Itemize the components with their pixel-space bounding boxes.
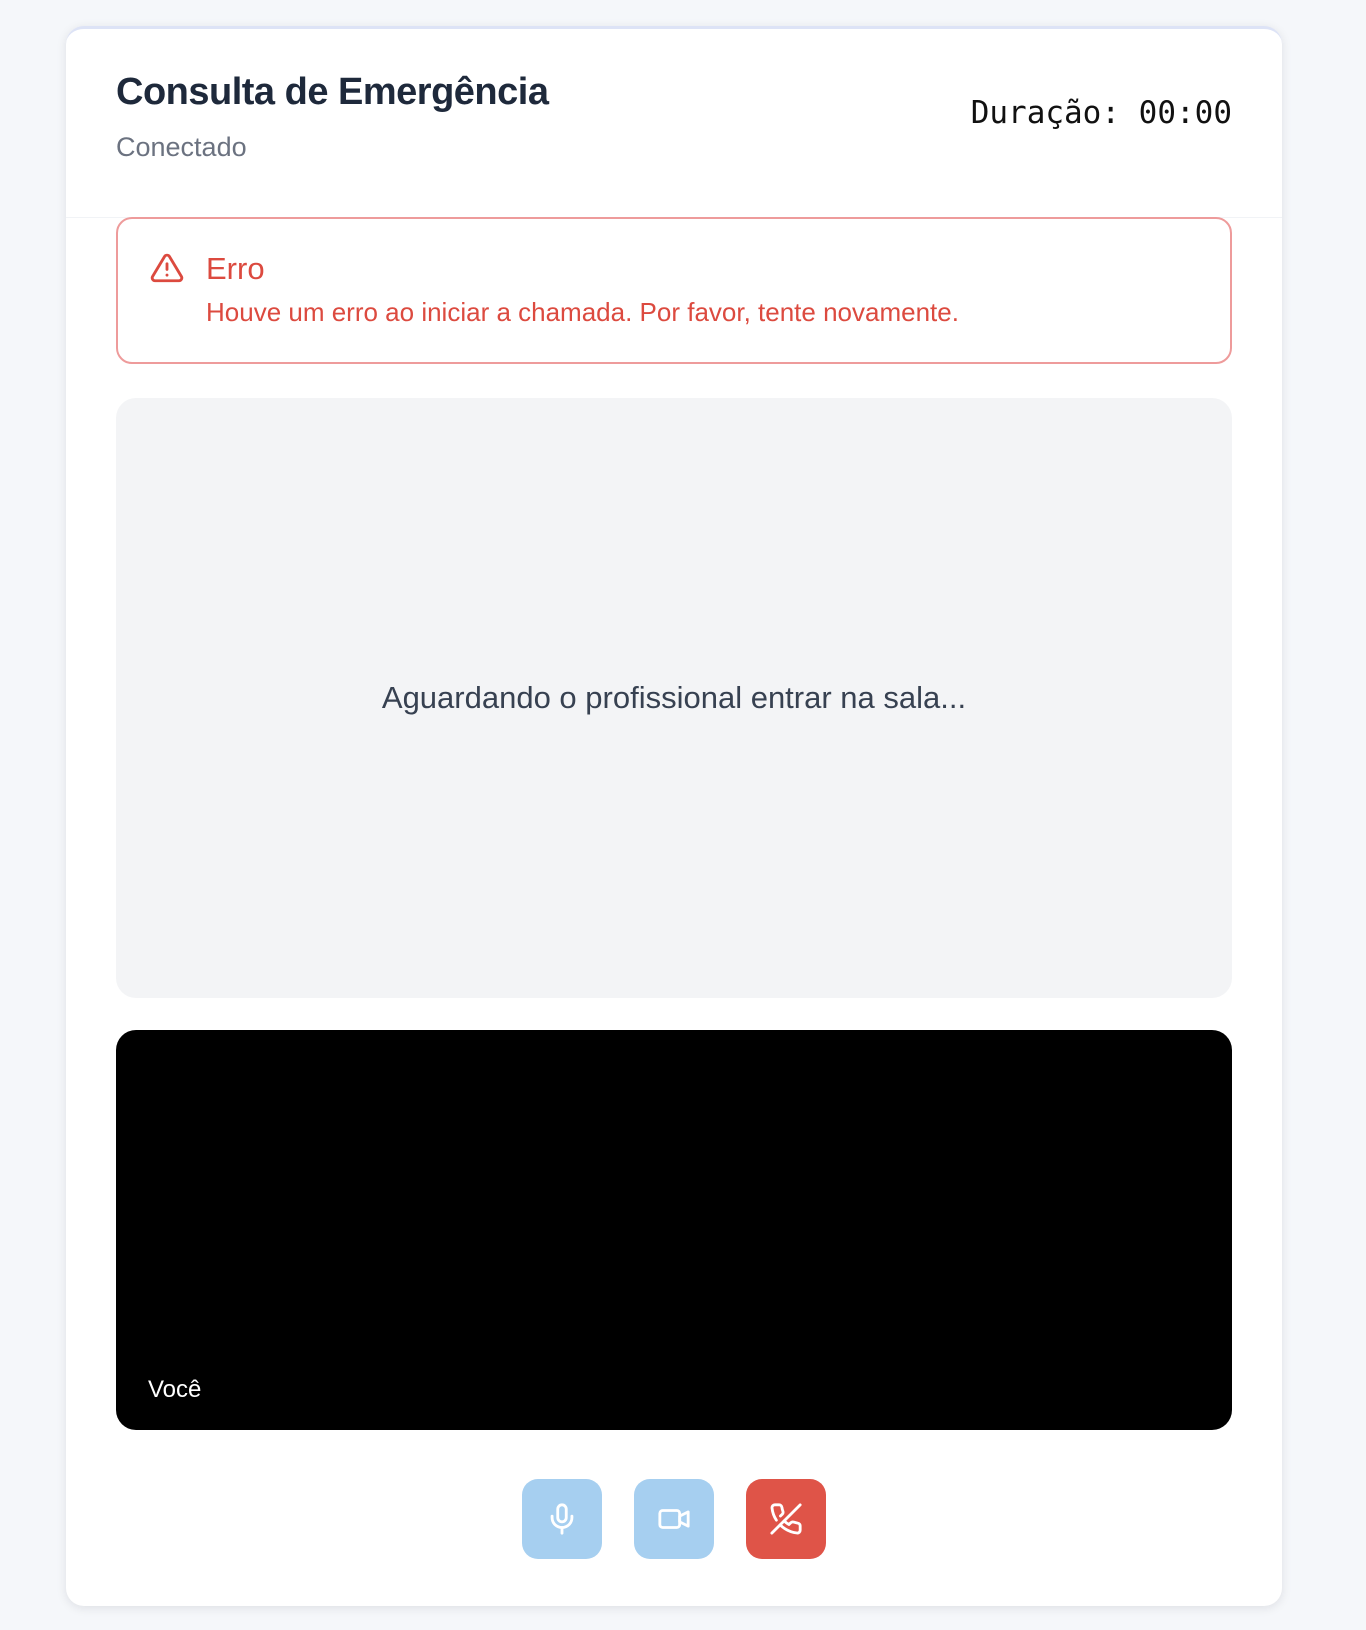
call-controls [66,1479,1282,1559]
error-title: Erro [206,251,265,286]
end-call-button[interactable] [746,1479,826,1559]
microphone-icon [550,1503,574,1535]
call-card: Consulta de Emergência Conectado Duração… [66,26,1282,1606]
warning-icon [150,251,184,285]
connection-status: Conectado [116,132,247,162]
error-alert: Erro Houve um erro ao iniciar a chamada.… [116,217,1232,364]
phone-off-icon [770,1503,802,1535]
local-video-label: Você [148,1376,202,1403]
mute-microphone-button[interactable] [522,1479,602,1559]
toggle-camera-button[interactable] [634,1479,714,1559]
local-video-preview: Você [116,1030,1232,1430]
call-header: Consulta de Emergência Conectado Duração… [66,29,1282,218]
error-message: Houve um erro ao iniciar a chamada. Por … [206,297,959,327]
call-duration: Duração: 00:00 [970,95,1232,131]
video-camera-icon [658,1509,690,1529]
page-title: Consulta de Emergência [116,71,549,113]
waiting-message: Aguardando o profissional entrar na sala… [381,680,967,715]
remote-video-area: Aguardando o profissional entrar na sala… [116,398,1232,998]
